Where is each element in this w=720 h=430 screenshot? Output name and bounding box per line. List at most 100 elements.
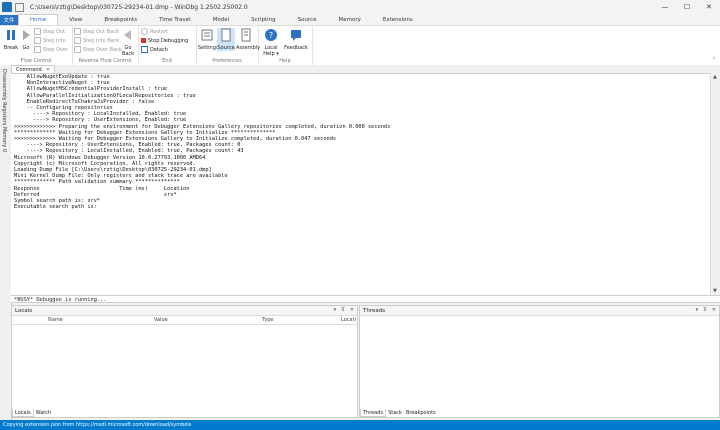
- tab-time-travel[interactable]: Time Travel: [148, 15, 202, 25]
- windbg-app-icon: [2, 2, 12, 12]
- stop-debugging-button[interactable]: Stop Debugging: [141, 37, 188, 44]
- scroll-up-icon[interactable]: ▲: [713, 74, 717, 80]
- minimize-button[interactable]: —: [654, 0, 676, 14]
- local-help-label: Local Help ▾: [263, 45, 279, 57]
- column-name[interactable]: Name: [48, 317, 63, 323]
- play-icon: [23, 30, 30, 40]
- left-dock-tabs[interactable]: Disassembly Registers Memory 0: [1, 69, 7, 152]
- command-output[interactable]: AllowNugetExeUpdate : true NonInteractiv…: [11, 73, 711, 296]
- step-into-back-icon: [74, 37, 81, 44]
- close-button[interactable]: ✕: [698, 0, 720, 14]
- tab-command[interactable]: Command ✕: [11, 65, 55, 73]
- go-button[interactable]: Go: [17, 28, 35, 51]
- ribbon: Break Go Step Out Step Into Step Over Fl…: [0, 25, 720, 66]
- stop-icon: [141, 38, 146, 43]
- tab-model[interactable]: Model: [202, 15, 241, 25]
- step-over-icon: [34, 46, 41, 53]
- settings-icon: [201, 29, 213, 41]
- tab-threads[interactable]: Threads: [360, 409, 387, 417]
- tab-source[interactable]: Source: [287, 15, 328, 25]
- feedback-label: Feedback: [284, 45, 308, 51]
- step-into-button[interactable]: Step Into: [34, 37, 66, 44]
- source-button[interactable]: Source: [217, 28, 235, 51]
- step-into-back-label: Step Into Back: [83, 37, 120, 44]
- locals-title: Locals: [15, 307, 33, 314]
- command-tab-row: Command ✕: [11, 65, 720, 73]
- detach-button[interactable]: Detach: [141, 46, 168, 53]
- step-out-back-button[interactable]: Step Out Back: [74, 28, 119, 35]
- window-title: C:\Users\rztig\Desktop\030725-29234-01.d…: [30, 3, 248, 11]
- close-icon[interactable]: ✕: [350, 307, 354, 313]
- close-icon[interactable]: ✕: [712, 307, 716, 313]
- tab-scripting[interactable]: Scripting: [240, 15, 286, 25]
- tab-breakpoints-pane[interactable]: Breakpoints: [404, 409, 438, 417]
- help-label: Help: [279, 58, 291, 64]
- assembly-label: Assembly: [236, 45, 261, 51]
- threads-title-bar: Threads ▾ ⊼ ✕: [360, 306, 719, 316]
- tab-watch[interactable]: Watch: [34, 409, 54, 417]
- tab-extensions[interactable]: Extensions: [372, 15, 424, 25]
- end-label: End: [162, 58, 172, 64]
- pin-icon[interactable]: ⊼: [703, 307, 707, 313]
- local-help-button[interactable]: ? Local Help ▾: [262, 28, 280, 57]
- feedback-icon: [291, 30, 301, 41]
- scroll-down-icon[interactable]: ▼: [713, 288, 717, 294]
- svg-text:?: ?: [269, 31, 273, 40]
- restart-icon: [141, 28, 148, 35]
- feedback-button[interactable]: Feedback: [284, 28, 308, 51]
- preferences-group: Settings Source Assembly Preferences: [196, 26, 260, 65]
- column-location[interactable]: Locati: [341, 317, 356, 323]
- tab-locals[interactable]: Locals: [12, 409, 34, 417]
- assembly-button[interactable]: Assembly: [236, 28, 260, 51]
- column-type[interactable]: Type: [262, 317, 273, 323]
- source-label: Source: [217, 45, 235, 51]
- maximize-button[interactable]: ☐: [676, 0, 698, 14]
- restart-label: Restart: [150, 28, 168, 35]
- step-over-button[interactable]: Step Over: [34, 46, 68, 53]
- step-out-icon: [34, 28, 41, 35]
- command-scrollbar[interactable]: ▲ ▼: [710, 73, 720, 295]
- close-icon[interactable]: ✕: [46, 67, 50, 73]
- step-out-label: Step Out: [43, 28, 66, 35]
- go-back-label: Go Back: [121, 45, 135, 57]
- tab-home[interactable]: Home: [18, 14, 59, 25]
- help-group: ? Local Help ▾ Feedback Help: [258, 26, 313, 65]
- detach-icon: [141, 46, 148, 53]
- command-output-line: Executable search path is:: [14, 204, 97, 211]
- tab-memory[interactable]: Memory: [328, 15, 372, 25]
- reverse-flow-control-label: Reverse Flow Control: [78, 58, 132, 64]
- chevron-down-icon[interactable]: ▾: [334, 307, 337, 313]
- go-back-icon: [124, 30, 131, 40]
- go-back-button[interactable]: Go Back: [120, 28, 136, 57]
- command-input[interactable]: *BUSY* Debuggee is running...: [11, 295, 720, 303]
- status-text: Copying extension.json from https://msdl…: [3, 422, 192, 428]
- threads-pane: Threads ▾ ⊼ ✕ Threads Stack Breakpoints: [359, 305, 720, 418]
- step-over-back-button[interactable]: Step Over Back: [74, 46, 122, 53]
- step-out-back-icon: [74, 28, 81, 35]
- step-into-back-button[interactable]: Step Into Back: [74, 37, 119, 44]
- preferences-label: Preferences: [212, 58, 242, 64]
- pin-icon[interactable]: ⊼: [341, 307, 345, 313]
- collapse-ribbon-icon[interactable]: ⌃: [712, 57, 716, 63]
- tab-breakpoints[interactable]: Breakpoints: [93, 15, 148, 25]
- threads-bottom-tabs: Threads Stack Breakpoints: [360, 409, 438, 417]
- end-group: Restart Stop Debugging Detach End: [138, 26, 197, 65]
- source-icon: [221, 28, 231, 42]
- tab-stack[interactable]: Stack: [386, 409, 404, 417]
- tab-view[interactable]: View: [58, 15, 93, 25]
- file-tab[interactable]: 文件: [0, 15, 18, 25]
- column-value[interactable]: Value: [154, 317, 168, 323]
- settings-button[interactable]: Settings: [198, 28, 219, 51]
- settings-label: Settings: [198, 45, 219, 51]
- pause-icon: [7, 30, 15, 40]
- chevron-down-icon[interactable]: ▾: [696, 307, 699, 313]
- ribbon-tab-bar: 文件 Home View Breakpoints Time Travel Mod…: [0, 14, 720, 25]
- step-out-button[interactable]: Step Out: [34, 28, 65, 35]
- title-bar: C:\Users\rztig\Desktop\030725-29234-01.d…: [0, 0, 720, 14]
- flow-control-label: Flow Control: [20, 58, 52, 64]
- quick-access-icon[interactable]: [15, 2, 24, 12]
- locals-pane: Locals ▾ ⊼ ✕ Name Value Type Locati Loca…: [11, 305, 358, 418]
- locals-bottom-tabs: Locals Watch: [12, 409, 53, 417]
- flow-control-group: Break Go Step Out Step Into Step Over Fl…: [0, 26, 73, 65]
- restart-button[interactable]: Restart: [141, 28, 168, 35]
